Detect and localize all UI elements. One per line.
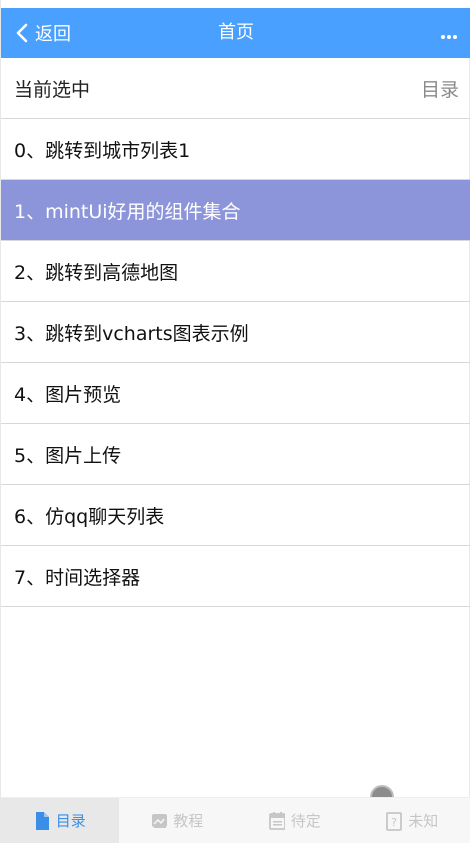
more-button[interactable]	[439, 8, 457, 58]
list-item[interactable]: 7、时间选择器	[1, 546, 470, 607]
current-selection-label: 当前选中	[14, 78, 91, 101]
tab-unknown[interactable]: ? 未知	[354, 798, 470, 843]
list-item-label: 4、图片预览	[14, 383, 122, 406]
bottom-tabbar: 目录 教程 待定 ? 未知	[1, 797, 470, 843]
tab-label: 未知	[408, 812, 439, 830]
more-icon	[439, 24, 457, 43]
menu-list: 0、跳转到城市列表1 1、mintUi好用的组件集合 2、跳转到高德地图 3、跳…	[1, 119, 470, 607]
list-item[interactable]: 0、跳转到城市列表1	[1, 119, 470, 180]
list-item-label: 1、mintUi好用的组件集合	[14, 200, 241, 223]
tab-tutorial[interactable]: 教程	[119, 798, 237, 843]
list-item-label: 5、图片上传	[14, 444, 122, 467]
back-label: 返回	[35, 24, 71, 45]
list-item[interactable]: 2、跳转到高德地图	[1, 241, 470, 302]
list-item-label: 3、跳转到vcharts图表示例	[14, 322, 249, 345]
list-item-label: 7、时间选择器	[14, 566, 141, 589]
catalog-link[interactable]: 目录	[421, 75, 459, 102]
back-button[interactable]: 返回	[15, 8, 71, 58]
list-item[interactable]: 1、mintUi好用的组件集合	[1, 180, 470, 241]
list-item[interactable]: 6、仿qq聊天列表	[1, 485, 470, 546]
document-icon	[35, 811, 49, 830]
tab-label: 目录	[55, 812, 86, 830]
list-item-label: 0、跳转到城市列表1	[14, 139, 191, 162]
question-icon: ?	[386, 811, 403, 831]
list-item[interactable]: 4、图片预览	[1, 363, 470, 424]
list-item[interactable]: 3、跳转到vcharts图表示例	[1, 302, 470, 363]
status-strip	[1, 0, 470, 8]
tab-pending[interactable]: 待定	[236, 798, 354, 843]
tab-label: 教程	[173, 812, 204, 830]
list-item[interactable]: 5、图片上传	[1, 424, 470, 485]
image-icon	[152, 813, 168, 828]
chevron-left-icon	[16, 23, 28, 43]
tab-catalog[interactable]: 目录	[1, 798, 119, 843]
tab-label: 待定	[290, 812, 321, 830]
page-title: 首页	[218, 22, 254, 43]
navbar: 返回 首页	[1, 8, 470, 58]
svg-text:?: ?	[391, 816, 397, 829]
list-item-label: 2、跳转到高德地图	[14, 261, 179, 284]
list-item-label: 6、仿qq聊天列表	[14, 505, 165, 528]
calendar-icon	[268, 811, 285, 830]
app-screen: 返回 首页 当前选中 目录 0、跳转到城市列表1 1、mintUi好用的组件集合…	[0, 0, 470, 843]
current-selection-row: 当前选中 目录	[1, 58, 470, 119]
